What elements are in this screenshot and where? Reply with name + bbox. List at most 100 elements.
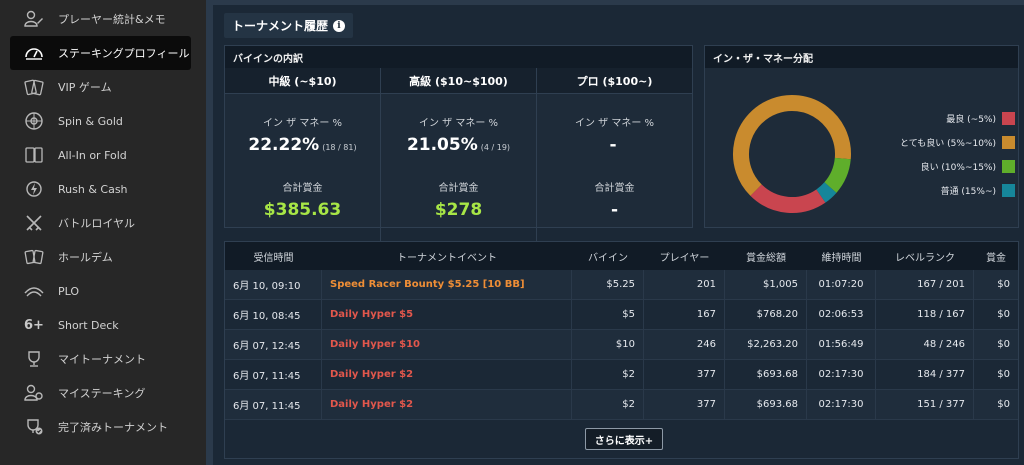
itm-count: (18 / 81) [322,143,357,152]
cell-buyin: $5 [572,300,644,329]
sidebar-item-my-staking[interactable]: マイステーキング [10,376,191,410]
sidebar-item-spin-gold[interactable]: Spin & Gold [10,104,191,138]
column-header: 賞金 [986,252,1006,264]
sidebar-item-rush-cash[interactable]: Rush & Cash [10,172,191,206]
sidebar-item-label: All-In or Fold [58,148,127,162]
six-plus-icon: 6+ [24,317,44,333]
column-header: 維持時間 [821,252,862,264]
cell-event: Daily Hyper $2 [322,360,572,389]
sidebar-item-battle-royale[interactable]: バトルロイヤル [10,206,191,240]
tournament-history-panel: トーナメント履歴 i バイインの内訳 中級 (~$10) イン ザ マネー % … [213,5,1024,465]
buyin-breakdown-panel: バイインの内訳 中級 (~$10) イン ザ マネー % 22.22% (18 /… [224,45,693,272]
buyin-column-header: 高級 ($10~$100) [381,68,536,94]
itm-distribution-title: イン・ザ・マネー分配 [705,46,1018,68]
sidebar-item-label: PLO [58,284,80,298]
sidebar-item-holdem[interactable]: ホールデム [10,240,191,274]
table-row: 6月 07, 11:45 Daily Hyper $2 $2 377 $693.68 02… [225,390,1018,420]
sidebar-item-plo[interactable]: PLO [10,274,191,308]
sidebar-item-label: マイトーナメント [58,353,146,366]
cell-duration: 02:06:53 [807,300,876,329]
legend-swatch [1002,159,1015,173]
plo-cards-icon [24,281,44,301]
cell-duration: 01:07:20 [807,270,876,299]
legend-swatch [1002,135,1015,149]
column-header: 賞金総額 [746,252,786,264]
cell-rank: 118 / 167 [876,300,974,329]
donut-slice-2 [824,157,851,193]
my-staking-icon [24,383,44,403]
itm-label: イン ザ マネー % [574,118,655,129]
legend-item: 最良 (~5%) [935,106,1015,130]
sidebar-item-label: Rush & Cash [58,182,128,196]
cell-time: 6月 10, 08:45 [225,300,322,329]
sidebar-item-all-in-or-fold[interactable]: All-In or Fold [10,138,191,172]
itm-count: (4 / 19) [480,143,511,152]
legend-label: とても良い (5%~10%) [900,138,996,149]
cell-rank: 151 / 377 [876,390,974,419]
tournament-event-link[interactable]: Daily Hyper $5 [330,309,413,320]
info-icon[interactable]: i [333,19,346,32]
sidebar-item-short-deck[interactable]: 6+ Short Deck [10,308,191,342]
cell-time: 6月 07, 12:45 [225,330,322,359]
sidebar: プレーヤー統計&メモ ステーキングプロフィール VIP ゲーム Spin & G… [0,0,206,465]
sidebar-item-staking-profile[interactable]: ステーキングプロフィール [10,36,191,70]
sidebar-item-vip-games[interactable]: VIP ゲーム [10,70,191,104]
cell-players: 167 [644,300,725,329]
tournament-table: 受信時間 トーナメントイベント バイイン プレイヤー 賞金総額 維持時間 レベル… [224,241,1019,459]
cell-pool: $1,005 [725,270,807,299]
sidebar-item-label: プレーヤー統計&メモ [58,13,166,26]
cell-pool: $768.20 [725,300,807,329]
itm-donut-chart [733,95,851,213]
table-row: 6月 07, 11:45 Daily Hyper $2 $2 377 $693.68 02… [225,360,1018,390]
page-title-box: トーナメント履歴 i [224,13,354,38]
cell-duration: 02:17:30 [807,390,876,419]
total-prize-value: $278 [434,200,483,220]
legend-item: とても良い (5%~10%) [900,130,1015,154]
cell-buyin: $2 [572,360,644,389]
cell-rank: 184 / 377 [876,360,974,389]
tournament-event-link[interactable]: Speed Racer Bounty $5.25 [10 BB] [330,279,525,290]
cell-pool: $693.68 [725,390,807,419]
holdem-cards-icon [24,247,44,267]
legend-item: 良い (10%~15%) [921,154,1015,178]
cell-prize: $0 [997,279,1010,290]
cell-duration: 01:56:49 [807,330,876,359]
sidebar-item-label: ホールデム [58,251,113,264]
chart-legend: 最良 (~5%) とても良い (5%~10%) 良い (10%~15%) 普通 … [900,106,1015,202]
itm-value: - [609,135,617,155]
cell-event: Daily Hyper $2 [322,390,572,419]
sidebar-item-completed-tournaments[interactable]: 完了済みトーナメント [10,410,191,444]
sidebar-item-label: Spin & Gold [58,114,123,128]
cell-prize: $0 [997,309,1010,320]
spin-wheel-icon [24,111,44,131]
cell-players: 201 [644,270,725,299]
tournament-event-link[interactable]: Daily Hyper $10 [330,339,420,350]
itm-value: 21.05% (4 / 19) [406,135,511,155]
cell-event: Speed Racer Bounty $5.25 [10 BB] [322,270,572,299]
table-header-row: 受信時間 トーナメントイベント バイイン プレイヤー 賞金総額 維持時間 レベル… [225,242,1018,270]
sidebar-item-player-stats[interactable]: プレーヤー統計&メモ [10,2,191,36]
column-header: レベルランク [895,252,955,264]
column-header: プレイヤー [659,252,710,264]
cell-prize: $0 [997,339,1010,350]
buyin-column-header: 中級 (~$10) [225,68,380,94]
sidebar-item-label: マイステーキング [58,387,146,400]
tournament-event-link[interactable]: Daily Hyper $2 [330,399,413,410]
total-prize-label: 合計賞金 [438,183,479,194]
legend-swatch [1002,183,1015,197]
total-prize-value: - [610,200,619,220]
show-more-button[interactable]: さらに表示+ [585,428,663,450]
itm-value: 22.22% (18 / 81) [248,135,357,155]
column-header: 受信時間 [253,252,294,264]
cell-time: 6月 10, 09:10 [225,270,322,299]
sidebar-item-my-tournaments[interactable]: マイトーナメント [10,342,191,376]
itm-label: イン ザ マネー % [418,118,499,129]
page-title: トーナメント履歴 [232,19,329,33]
donut-slice-1 [733,95,851,196]
table-row: 6月 10, 09:10 Speed Racer Bounty $5.25 [10… [225,270,1018,300]
cell-prize: $0 [997,369,1010,380]
total-prize-label: 合計賞金 [594,183,635,194]
cell-rank: 167 / 201 [876,270,974,299]
tournament-event-link[interactable]: Daily Hyper $2 [330,369,413,380]
cell-event: Daily Hyper $10 [322,330,572,359]
